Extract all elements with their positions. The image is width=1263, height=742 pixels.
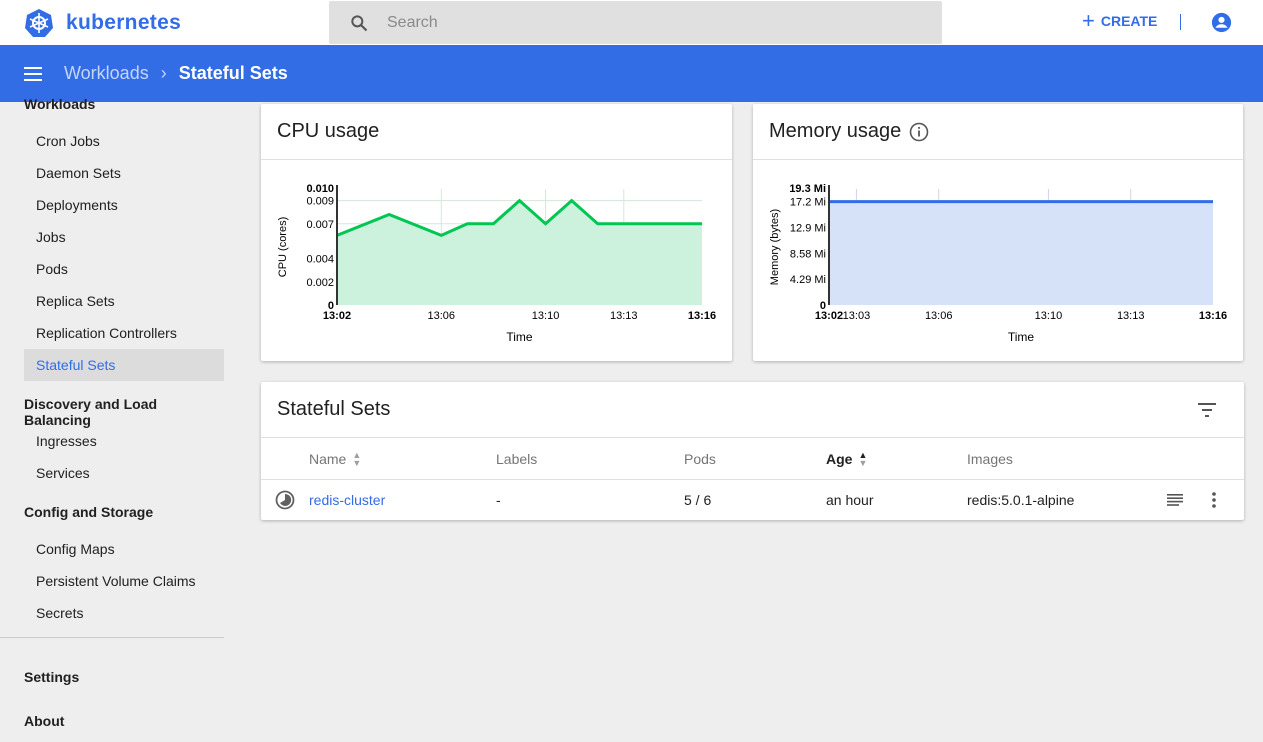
menu-icon[interactable] [24, 66, 42, 81]
memory-chart: 04.29 Mi8.58 Mi12.9 Mi17.2 Mi19.3 Mi13:0… [769, 183, 1227, 344]
sidebar-item-secrets[interactable]: Secrets [24, 597, 224, 629]
table-row: redis-cluster - 5 / 6 an hour redis:5.0.… [261, 480, 1244, 520]
x-tick-label: 13:03 [843, 310, 871, 322]
images-cell: redis:5.0.1-alpine [967, 492, 1075, 508]
breadcrumb-workloads[interactable]: Workloads [64, 63, 149, 84]
create-button[interactable]: + CREATE [1082, 8, 1158, 33]
search-icon [351, 14, 368, 31]
x-tick-label: 13:13 [1117, 310, 1145, 322]
x-tick-label: 13:16 [688, 310, 716, 322]
cpu-card-title: CPU usage [277, 120, 380, 142]
y-axis-title: Memory (bytes) [769, 209, 781, 285]
kubernetes-wheel-icon [25, 9, 53, 37]
breadcrumb-bar: Workloads › Stateful Sets [0, 45, 1263, 102]
sidebar-divider [0, 637, 224, 638]
x-tick-label: 13:06 [925, 310, 953, 322]
memory-usage-card: Memory usage 0 4.29 Mi 8.58 Mi 12.9 Mi 17.2 … [753, 104, 1243, 361]
logo-text: kubernetes [66, 11, 182, 34]
y-tick-label: 0.009 [306, 196, 334, 208]
table-title: Stateful Sets [277, 398, 391, 420]
column-pods: Pods [684, 451, 716, 467]
area-fill [829, 201, 1213, 305]
y-axis-title: CPU (cores) [277, 217, 289, 278]
column-name[interactable]: Name ▲ ▼ [309, 439, 361, 479]
y-tick-label: 0.010 [306, 183, 334, 195]
column-age-label: Age [826, 451, 853, 467]
sidebar-item-pods[interactable]: Pods [24, 253, 224, 285]
sort-icon: ▲ ▼ [352, 450, 362, 468]
x-tick-label: 13:02 [815, 310, 843, 322]
sidebar-item-jobs[interactable]: Jobs [24, 221, 224, 253]
sort-ascending-icon: ▲ ▼ [858, 450, 868, 468]
logs-icon[interactable] [1167, 480, 1183, 520]
x-tick-label: 13:13 [610, 310, 638, 322]
sidebar-item-ingresses[interactable]: Ingresses [24, 425, 224, 457]
sidebar-item-replication-controllers[interactable]: Replication Controllers [24, 317, 224, 349]
account-icon[interactable] [1211, 12, 1232, 33]
sidebar-item-settings[interactable]: Settings [24, 669, 79, 685]
x-tick-label: 13:02 [323, 310, 351, 322]
pods-cell: 5 / 6 [684, 492, 712, 508]
info-icon[interactable] [909, 122, 929, 142]
stateful-sets-card: Stateful Sets Name ▲ ▼ Labels Pods Age ▲ ▼ I… [261, 382, 1244, 520]
sidebar-item-replica-sets[interactable]: Replica Sets [24, 285, 224, 317]
table-header: Name ▲ ▼ Labels Pods Age ▲ ▼ Images [261, 439, 1244, 480]
y-tick-label: 19.3 Mi [789, 183, 826, 195]
breadcrumb-current: Stateful Sets [178, 63, 288, 83]
sidebar-section-workloads[interactable]: Workloads [24, 96, 95, 112]
sidebar-item-cron-jobs[interactable]: Cron Jobs [24, 125, 224, 157]
plus-icon: + [1082, 8, 1095, 33]
sidebar-item-config-maps[interactable]: Config Maps [24, 533, 224, 565]
y-tick-label: 8.58 Mi [790, 248, 826, 260]
x-tick-label: 13:06 [428, 310, 456, 322]
sidebar-item-deployments[interactable]: Deployments [24, 189, 224, 221]
cpu-chart: 00.0020.0040.0070.0090.01013:02 13:06 13:1… [277, 183, 716, 344]
top-header: kubernetes Search + CREATE [0, 0, 1263, 45]
column-age[interactable]: Age ▲ ▼ [826, 439, 867, 479]
y-tick-label: 12.9 Mi [790, 222, 826, 234]
x-axis-title: Time [506, 330, 533, 344]
y-tick-label: 4.29 Mi [790, 274, 826, 286]
labels-cell: - [496, 492, 501, 508]
x-axis-title: Time [1008, 330, 1035, 344]
sidebar-section-config[interactable]: Config and Storage [24, 504, 153, 520]
more-vert-icon[interactable] [1212, 480, 1216, 520]
column-images: Images [967, 451, 1013, 467]
x-tick-label: 13:10 [532, 310, 560, 322]
column-labels: Labels [496, 451, 538, 467]
column-name-label: Name [309, 451, 347, 467]
age-cell: an hour [826, 492, 874, 508]
kubernetes-logo[interactable]: kubernetes [24, 8, 181, 38]
chevron-right-icon: › [160, 63, 167, 83]
x-tick-label: 13:10 [1035, 310, 1063, 322]
sidebar-item-about[interactable]: About [24, 713, 64, 729]
sidebar-item-pvc[interactable]: Persistent Volume Claims [24, 565, 224, 597]
filter-icon[interactable] [1198, 403, 1216, 417]
cpu-usage-card: CPU usage 0 0.002 0.004 0.007 0.009 0.010 13:0… [261, 104, 732, 361]
status-pending-icon [275, 480, 295, 520]
y-tick-label: 17.2 Mi [790, 197, 826, 209]
statefulset-name-link[interactable]: redis-cluster [309, 480, 385, 520]
sidebar-section-discovery[interactable]: Discovery and Load Balancing [24, 396, 224, 428]
memory-card-title: Memory usage [769, 120, 902, 142]
y-tick-label: 0.007 [306, 219, 334, 231]
sidebar-item-daemon-sets[interactable]: Daemon Sets [24, 157, 224, 189]
search-input[interactable]: Search [329, 1, 942, 44]
y-tick-label: 0.004 [306, 254, 334, 266]
y-tick-label: 0.002 [306, 277, 334, 289]
sidebar: Workloads Cron Jobs Daemon Sets Deployme… [0, 96, 224, 742]
x-tick-label: 13:16 [1199, 310, 1227, 322]
create-label: CREATE [1100, 13, 1158, 29]
sidebar-item-services[interactable]: Services [24, 457, 224, 489]
search-placeholder: Search [387, 13, 438, 31]
divider [1180, 14, 1181, 30]
sidebar-item-stateful-sets[interactable]: Stateful Sets [24, 349, 224, 381]
